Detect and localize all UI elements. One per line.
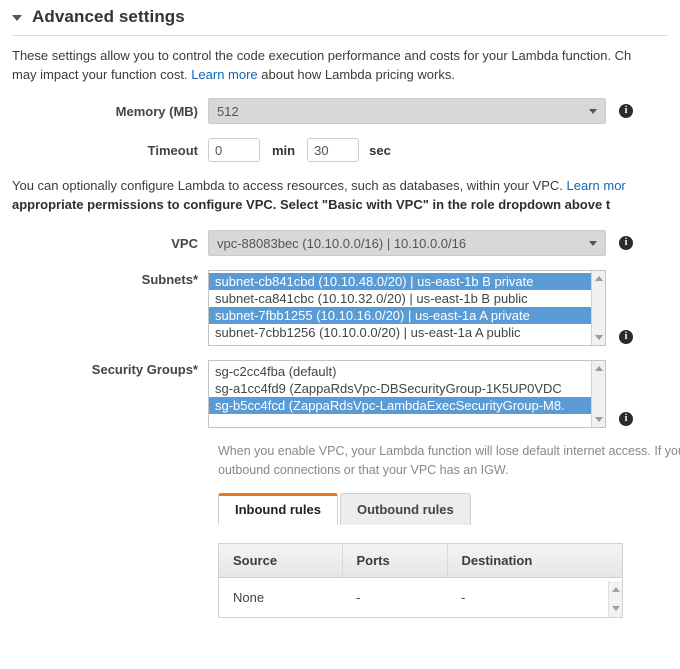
list-item[interactable]: subnet-ca841cbc (10.10.32.0/20) | us-eas… (209, 290, 593, 307)
list-item[interactable]: subnet-7cbb1256 (10.10.0.0/20) | us-east… (209, 324, 593, 341)
security-groups-row: Security Groups* sg-c2cc4fba (default) s… (0, 360, 680, 428)
memory-row: Memory (MB) 512 i (0, 98, 680, 124)
memory-select-value: 512 (217, 103, 239, 119)
subnets-info-icon[interactable]: i (619, 330, 633, 344)
tab-inbound-rules[interactable]: Inbound rules (218, 493, 338, 525)
rules-tabs: Inbound rules Outbound rules (218, 493, 680, 525)
vpc-row: VPC vpc-88083bec (10.10.0.0/16) | 10.10.… (0, 230, 680, 256)
security-groups-scrollbar[interactable] (591, 361, 605, 427)
vpc-select-value: vpc-88083bec (10.10.0.0/16) | 10.10.0.0/… (217, 235, 467, 251)
timeout-row: Timeout min sec (0, 138, 680, 162)
vpc-label: VPC (171, 235, 198, 251)
cell-source: None (219, 577, 342, 617)
vpc-note: When you enable VPC, your Lambda functio… (0, 428, 680, 480)
list-item[interactable]: sg-b5cc4fcd (ZappaRdsVpc-LambdaExecSecur… (209, 397, 593, 414)
vpc-intro-line-2: appropriate permissions to configure VPC… (12, 197, 611, 212)
vpc-info-icon[interactable]: i (619, 236, 633, 250)
table-header-row: Source Ports Destination (219, 544, 622, 578)
list-item[interactable]: sg-c2cc4fba (default) (209, 363, 593, 380)
table-scrollbar[interactable] (608, 581, 622, 617)
section-header[interactable]: Advanced settings (0, 0, 680, 35)
scroll-up-icon[interactable] (595, 276, 603, 281)
cell-ports: - (342, 577, 447, 617)
vpc-intro-line-1-pre: You can optionally configure Lambda to a… (12, 178, 567, 193)
intro-line-1: These settings allow you to control the … (12, 48, 632, 63)
caret-down-icon[interactable] (12, 15, 22, 21)
memory-info-icon[interactable]: i (619, 104, 633, 118)
chevron-down-icon (589, 241, 597, 246)
advanced-settings-panel: Advanced settings These settings allow y… (0, 0, 680, 669)
subnets-row: Subnets* subnet-cb841cbd (10.10.48.0/20)… (0, 270, 680, 346)
list-item[interactable]: sg-a1cc4fd9 (ZappaRdsVpc-DBSecurityGroup… (209, 380, 593, 397)
security-groups-listbox[interactable]: sg-c2cc4fba (default) sg-a1cc4fd9 (Zappa… (208, 360, 606, 428)
vpc-intro-line-1: You can optionally configure Lambda to a… (12, 176, 680, 195)
column-header-source: Source (219, 544, 343, 578)
security-groups-info-icon[interactable]: i (619, 412, 633, 426)
vpc-select[interactable]: vpc-88083bec (10.10.0.0/16) | 10.10.0.0/… (208, 230, 606, 256)
vpc-intro-paragraph: You can optionally configure Lambda to a… (0, 162, 680, 214)
scroll-up-icon[interactable] (612, 587, 620, 592)
intro-line-2: may impact your function cost. Learn mor… (12, 65, 680, 84)
security-groups-label: Security Groups* (91, 362, 198, 377)
rules-table: Source Ports Destination None - - (218, 543, 623, 618)
scroll-up-icon[interactable] (595, 366, 603, 371)
timeout-label: Timeout (147, 142, 198, 158)
subnets-listbox[interactable]: subnet-cb841cbd (10.10.48.0/20) | us-eas… (208, 270, 606, 346)
intro-line-2-pre: may impact your function cost. (12, 67, 192, 82)
column-header-destination: Destination (447, 544, 622, 578)
memory-select[interactable]: 512 (208, 98, 606, 124)
pricing-learn-more-link[interactable]: Learn more (191, 67, 257, 82)
vpc-note-line-2: outbound connections or that your VPC ha… (218, 463, 509, 477)
chevron-down-icon (589, 109, 597, 114)
page-title: Advanced settings (32, 7, 185, 26)
cell-destination: - (447, 577, 622, 617)
timeout-seconds-unit: sec (369, 142, 391, 158)
tab-outbound-rules[interactable]: Outbound rules (339, 493, 471, 525)
vpc-learn-more-link[interactable]: Learn mor (567, 178, 626, 193)
list-item[interactable]: subnet-7fbb1255 (10.10.16.0/20) | us-eas… (209, 307, 593, 324)
timeout-seconds-input[interactable] (307, 138, 360, 162)
column-header-ports: Ports (342, 544, 448, 578)
memory-label: Memory (MB) (115, 103, 198, 119)
subnets-label: Subnets* (141, 272, 198, 287)
intro-paragraph: These settings allow you to control the … (0, 36, 680, 84)
timeout-minutes-unit: min (272, 142, 296, 158)
timeout-minutes-input[interactable] (208, 138, 260, 162)
vpc-note-line-1: When you enable VPC, your Lambda functio… (218, 444, 680, 458)
list-item[interactable]: subnet-cb841cbd (10.10.48.0/20) | us-eas… (209, 273, 593, 290)
scroll-down-icon[interactable] (595, 417, 603, 422)
subnets-scrollbar[interactable] (591, 271, 605, 345)
table-row: None - - (219, 577, 622, 617)
scroll-down-icon[interactable] (595, 335, 603, 340)
scroll-down-icon[interactable] (612, 606, 620, 611)
intro-line-2-post: about how Lambda pricing works. (257, 67, 455, 82)
